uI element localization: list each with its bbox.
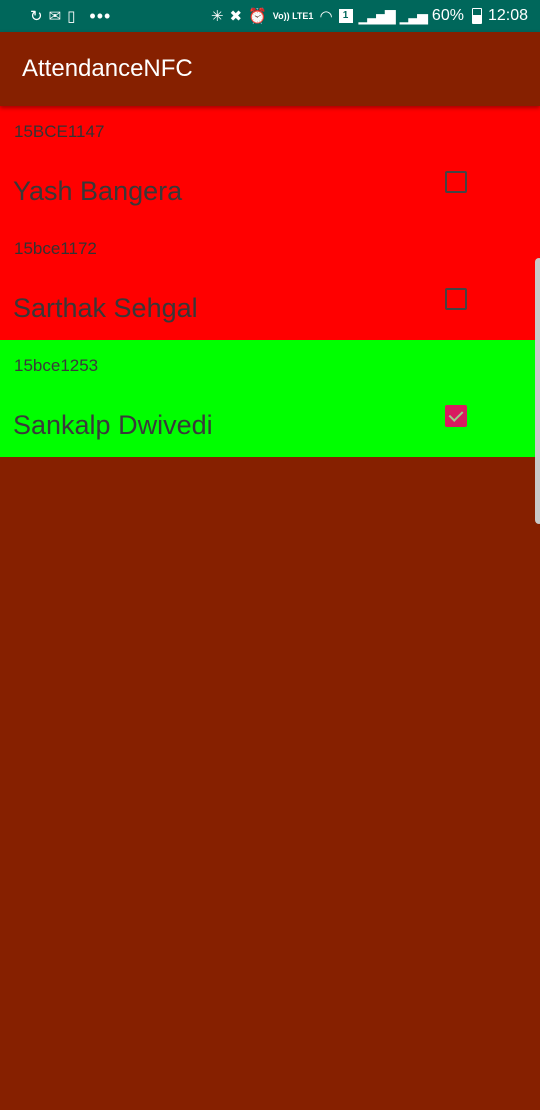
mute-icon: ✖: [229, 7, 243, 25]
clock: 12:08: [487, 7, 528, 24]
sim-slot-badge: 1: [338, 9, 353, 23]
student-row[interactable]: 15BCE1147 Yash Bangera: [0, 106, 540, 223]
sim-icon: ▯: [67, 7, 76, 25]
app-bar: AttendanceNFC: [0, 32, 540, 106]
student-reg-number: 15bce1253: [14, 356, 99, 375]
bluetooth-icon: ✳: [210, 7, 224, 25]
attendance-checkbox[interactable]: [445, 288, 467, 310]
status-bar-right: ✳ ✖ ⏰ Vo)) LTE1 ◠ 1 ▁▃▅▇ ▁▃▅ 60% 12:08: [211, 7, 528, 25]
student-row[interactable]: 15bce1172 Sarthak Sehgal: [0, 223, 540, 340]
status-bar-left: ↻ ✉ ▯ •••: [30, 6, 111, 27]
student-name: Yash Bangera: [13, 176, 183, 206]
sync-icon: ↻: [30, 7, 43, 25]
scrollbar[interactable]: [535, 258, 540, 524]
student-reg-number: 15bce1172: [14, 239, 97, 258]
battery-icon: [471, 8, 482, 24]
checkmark-icon: [448, 407, 464, 422]
wifi-icon: ◠: [319, 7, 333, 25]
app-title: AttendanceNFC: [22, 55, 193, 82]
student-list: 15BCE1147 Yash Bangera 15bce1172 Sarthak Se…: [0, 106, 540, 457]
signal-2-icon: ▁▃▅: [399, 7, 428, 24]
status-bar: ↻ ✉ ▯ ••• ✳ ✖ ⏰ Vo)) LTE1 ◠ 1 ▁▃▅▇ ▁▃▅ 6…: [0, 0, 540, 32]
student-name: Sarthak Sehgal: [13, 293, 198, 323]
battery-fill: [472, 14, 481, 23]
volte-label: Vo)) LTE1: [272, 10, 314, 21]
alarm-icon: ⏰: [248, 7, 267, 25]
student-name: Sankalp Dwivedi: [13, 410, 213, 440]
attendance-checkbox[interactable]: [445, 405, 467, 427]
attendance-checkbox[interactable]: [445, 171, 467, 193]
battery-percent: 60%: [431, 7, 464, 24]
student-row[interactable]: 15bce1253 Sankalp Dwivedi: [0, 340, 540, 457]
mail-icon: ✉: [48, 7, 62, 25]
overflow-dots-icon: •••: [89, 5, 112, 26]
signal-icon: ▁▃▅▇: [358, 7, 396, 24]
student-reg-number: 15BCE1147: [14, 122, 105, 141]
